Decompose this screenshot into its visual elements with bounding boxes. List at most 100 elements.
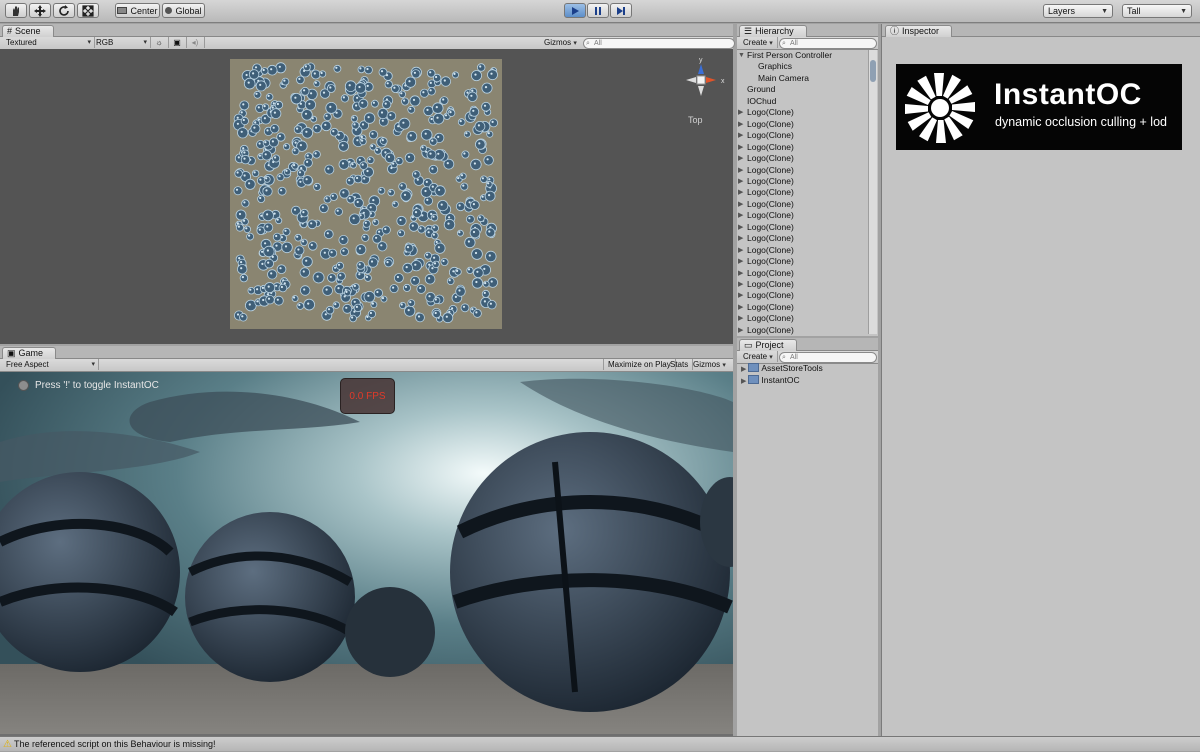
hierarchy-item[interactable]: ▶ Logo(Clone) [738,245,794,256]
aspect-dropdown[interactable]: Free Aspect ▾ [2,359,99,370]
collapse-arrow-icon[interactable]: ▶ [738,142,743,153]
scene-search-input[interactable]: ⌕ All [583,38,735,49]
hierarchy-item[interactable]: ▶ Logo(Clone) [738,302,794,313]
scene-panel: # Scene Textured ▾ RGB ▾ ☼ ▣ ◂) Gizmos ▾… [0,24,735,344]
collapse-arrow-icon[interactable]: ▶ [738,245,743,256]
hierarchy-item-label: IOChud [747,95,777,106]
expand-arrow-icon[interactable]: ▼ [738,50,745,61]
hierarchy-item[interactable]: ▶ Logo(Clone) [738,176,794,187]
gizmos-dropdown[interactable]: Gizmos ▾ [540,37,581,48]
game-viewport[interactable]: Press '!' to toggle InstantOC 0.0 FPS [0,372,733,734]
gizmos-label: Gizmos [544,38,572,47]
hierarchy-create-button[interactable]: Create ▾ [739,37,778,48]
chevron-down-icon: ▾ [143,39,147,46]
scene-search-placeholder: All [594,40,602,47]
scale-tool-button[interactable] [77,3,99,18]
step-button[interactable] [610,3,632,18]
hierarchy-item[interactable]: ▶ Logo(Clone) [738,268,794,279]
collapse-arrow-icon[interactable]: ▶ [738,119,743,130]
collapse-arrow-icon[interactable]: ▶ [738,279,743,290]
collapse-arrow-icon[interactable]: ▶ [738,256,743,267]
scene-orientation-gizmo[interactable]: y x [676,54,726,104]
project-folder-item[interactable]: ▶ AssetStoreTools [741,363,823,375]
collapse-arrow-icon[interactable]: ▶ [738,130,743,141]
tab-game[interactable]: ▣ Game [2,347,57,359]
chevron-down-icon: ▾ [91,361,95,368]
hierarchy-item[interactable]: Ground [747,84,775,95]
scene-viewport[interactable]: y x Top [0,49,733,344]
hand-tool-button[interactable] [5,3,27,18]
project-create-button[interactable]: Create ▾ [739,351,778,362]
collapse-arrow-icon[interactable]: ▶ [738,199,743,210]
pause-button[interactable] [587,3,609,18]
collapse-arrow-icon[interactable]: ▶ [738,153,743,164]
pivot-center-button[interactable]: Center [115,3,160,18]
hierarchy-item-label: Logo(Clone) [747,107,794,118]
space-global-button[interactable]: Global [162,3,205,18]
aspect-label: Free Aspect [6,360,49,369]
layers-dropdown[interactable]: Layers ▼ [1043,4,1113,18]
game-gizmos-dropdown[interactable]: Gizmos ▾ [689,359,730,370]
hierarchy-item[interactable]: ▶ Logo(Clone) [738,233,794,244]
hierarchy-item[interactable]: ▶ Logo(Clone) [738,222,794,233]
tab-hierarchy[interactable]: ☰ Hierarchy [739,25,807,37]
scene-audio-toggle[interactable]: ◂) [186,37,205,48]
hierarchy-item[interactable]: Main Camera [758,73,809,84]
game-control-bar: Free Aspect ▾ Maximize on Play Stats Giz… [0,359,733,372]
hierarchy-item[interactable]: ▶ Logo(Clone) [738,130,794,141]
scene-fx-toggle[interactable]: ▣ [168,37,187,48]
scene-lighting-toggle[interactable]: ☼ [150,37,169,48]
move-tool-button[interactable] [29,3,51,18]
collapse-arrow-icon[interactable]: ▶ [738,302,743,313]
collapse-arrow-icon[interactable]: ▶ [738,187,743,198]
hierarchy-item[interactable]: ▶ Logo(Clone) [738,119,794,130]
hierarchy-item[interactable]: ▶ Logo(Clone) [738,187,794,198]
maximize-on-play-toggle[interactable]: Maximize on Play [603,359,676,370]
collapse-arrow-icon[interactable]: ▶ [738,210,743,221]
render-mode-dropdown[interactable]: Textured ▾ [2,37,95,48]
hierarchy-item[interactable]: ▶ Logo(Clone) [738,290,794,301]
hierarchy-item[interactable]: ▶ Logo(Clone) [738,165,794,176]
project-folder-item[interactable]: ▶ InstantOC [741,374,800,387]
hierarchy-item[interactable]: ▶ Logo(Clone) [738,279,794,290]
tab-inspector[interactable]: ⓘ Inspector [885,25,953,37]
scroll-thumb[interactable] [870,60,876,82]
hierarchy-item-label: Logo(Clone) [747,279,794,289]
hierarchy-item-label: Logo(Clone) [747,290,794,301]
collapse-arrow-icon[interactable]: ▶ [738,313,743,324]
hierarchy-item[interactable]: ▼ First Person Controller [738,50,832,61]
tab-scene[interactable]: # Scene [2,25,54,37]
collapse-arrow-icon[interactable]: ▶ [741,366,746,373]
hierarchy-item[interactable]: ▶ Logo(Clone) [738,256,794,267]
collapse-arrow-icon[interactable]: ▶ [738,325,743,336]
hierarchy-item[interactable]: ▶ Logo(Clone) [738,142,794,153]
collapse-arrow-icon[interactable]: ▶ [741,378,746,385]
collapse-arrow-icon[interactable]: ▶ [738,290,743,301]
tab-project[interactable]: ▭ Project [739,339,797,351]
status-bar[interactable]: ⚠ The referenced script on this Behaviour… [0,736,1200,751]
collapse-arrow-icon[interactable]: ▶ [738,176,743,187]
project-search-input[interactable]: ⌕ All [779,352,877,363]
hierarchy-item[interactable]: ▶ Logo(Clone) [738,210,794,221]
collapse-arrow-icon[interactable]: ▶ [738,165,743,176]
play-button[interactable] [564,3,586,18]
scene-icon: # [7,26,13,36]
color-mode-dropdown[interactable]: RGB ▾ [92,37,151,48]
hierarchy-item[interactable]: ▶ Logo(Clone) [738,107,794,118]
hierarchy-scrollbar[interactable] [868,50,877,334]
collapse-arrow-icon[interactable]: ▶ [738,268,743,279]
collapse-arrow-icon[interactable]: ▶ [738,222,743,233]
hierarchy-item[interactable]: ▶ Logo(Clone) [738,153,794,164]
hierarchy-item[interactable]: ▶ Logo(Clone) [738,199,794,210]
hierarchy-item[interactable]: ▶ Logo(Clone) [738,313,794,324]
collapse-arrow-icon[interactable]: ▶ [738,107,743,118]
collapse-arrow-icon[interactable]: ▶ [738,233,743,244]
hierarchy-item[interactable]: ▶ Logo(Clone) [738,325,794,336]
hierarchy-item[interactable]: Graphics [758,61,792,72]
layout-dropdown[interactable]: Tall ▼ [1122,4,1192,18]
rotate-tool-button[interactable] [53,3,75,18]
hierarchy-search-input[interactable]: ⌕ All [779,38,877,49]
hand-icon [13,5,19,16]
create-label: Create [743,352,768,361]
hierarchy-item[interactable]: IOChud [747,96,776,107]
